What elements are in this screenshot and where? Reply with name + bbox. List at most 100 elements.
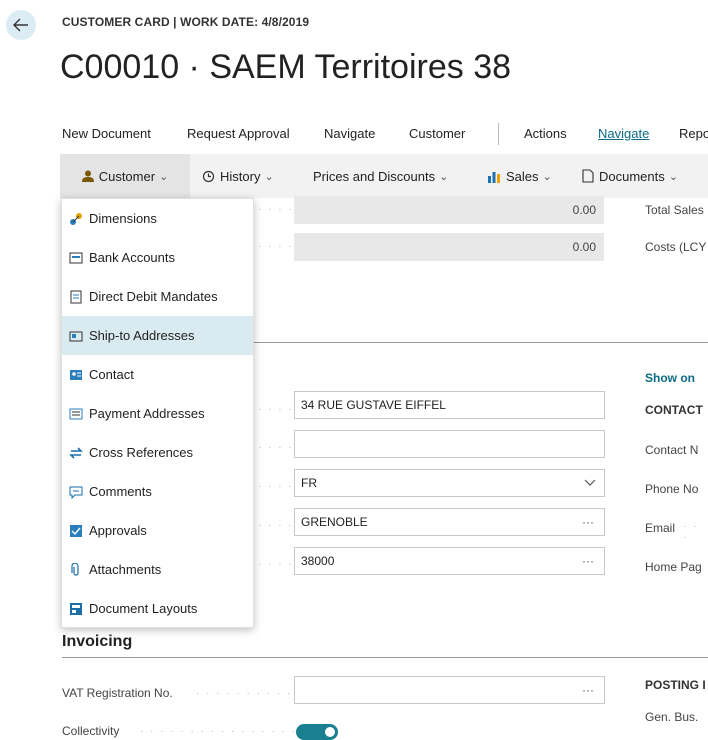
collectivity-toggle[interactable]	[296, 724, 338, 740]
menu-item-label: Attachments	[89, 562, 162, 577]
sales-dropdown-label: Sales	[506, 168, 539, 184]
menu-item-label: Comments	[89, 484, 152, 499]
address-field[interactable]: 34 RUE GUSTAVE EIFFEL	[294, 391, 605, 419]
postcode-field[interactable]: 38000 ···	[294, 547, 605, 575]
action-separator	[498, 123, 499, 145]
invoicing-heading: Invoicing	[62, 633, 133, 650]
phone-label: Phone No	[645, 482, 699, 496]
documents-dropdown-label: Documents	[599, 168, 665, 184]
menu-item-payment-addresses[interactable]: Payment Addresses	[62, 394, 253, 433]
home-page-label: Home Pag	[645, 560, 702, 574]
leader-dots: · · · ·	[258, 404, 294, 415]
history-dropdown-label: History	[220, 168, 261, 184]
gen-bus-label: Gen. Bus.	[645, 710, 699, 724]
chevron-down-icon: ⌄	[264, 170, 274, 183]
city-value: GRENOBLE	[301, 515, 368, 529]
ship-to-address-icon	[69, 331, 83, 341]
vat-field[interactable]: ···	[294, 676, 605, 704]
chevron-down-icon: ⌄	[668, 170, 678, 183]
customer-dropdown-menu: Dimensions Bank Accounts Direct Debit Ma…	[61, 198, 254, 628]
menu-item-document-layouts[interactable]: Document Layouts	[62, 589, 253, 628]
balance-value-2: 0.00	[572, 240, 596, 254]
menu-item-label: Payment Addresses	[89, 406, 205, 421]
menu-item-attachments[interactable]: Attachments	[62, 550, 253, 589]
chevron-down-icon	[584, 479, 596, 486]
leader-dots: · · · ·	[258, 204, 294, 215]
city-field[interactable]: GRENOBLE ···	[294, 508, 605, 536]
leader-dots: · · · ·	[258, 559, 294, 570]
menu-item-label: Contact	[89, 367, 134, 382]
page-title: C00010 · SAEM Territoires 38	[60, 48, 512, 86]
chevron-down-icon: ⌄	[439, 170, 449, 183]
document-icon	[582, 169, 594, 183]
postcode-value: 38000	[301, 554, 335, 568]
lookup-ellipsis-icon[interactable]: ···	[582, 554, 594, 568]
comments-icon	[69, 486, 83, 499]
address-value: 34 RUE GUSTAVE EIFFEL	[301, 398, 446, 412]
balance-field-2: 0.00	[294, 233, 604, 261]
paperclip-icon	[71, 562, 79, 576]
vat-label: VAT Registration No.	[62, 686, 173, 700]
menu-item-ship-to-addresses[interactable]: Ship-to Addresses	[62, 316, 253, 355]
documents-dropdown[interactable]: Documents ⌄	[582, 154, 678, 198]
menu-item-direct-debit-mandates[interactable]: Direct Debit Mandates	[62, 277, 253, 316]
leader-dots: · · · ·	[258, 442, 294, 453]
chevron-down-icon: ⌄	[542, 170, 552, 183]
leader-dots: · · · ·	[258, 241, 294, 252]
country-value: FR	[301, 476, 317, 490]
lookup-ellipsis-icon[interactable]: ···	[582, 515, 594, 529]
lookup-ellipsis-icon[interactable]: ···	[582, 683, 594, 697]
new-document-action[interactable]: New Document	[62, 126, 151, 141]
contact-name-label: Contact N	[645, 443, 699, 457]
balance-value-1: 0.00	[572, 203, 596, 217]
dimensions-icon	[70, 212, 82, 225]
menu-item-contact[interactable]: Contact	[62, 355, 253, 394]
navigate-tab[interactable]: Navigate	[598, 126, 649, 141]
balance-field-1: 0.00	[294, 196, 604, 224]
history-dropdown[interactable]: History ⌄	[202, 154, 274, 198]
menu-item-approvals[interactable]: Approvals	[62, 511, 253, 550]
bank-accounts-icon	[69, 252, 83, 263]
arrow-left-icon	[13, 18, 28, 32]
menu-item-dimensions[interactable]: Dimensions	[62, 199, 253, 238]
direct-debit-icon	[70, 290, 82, 303]
history-icon	[202, 170, 215, 182]
payment-address-icon	[69, 408, 83, 419]
customer-dropdown[interactable]: Customer ⌄	[60, 154, 190, 198]
document-layouts-icon	[70, 602, 82, 615]
section-divider	[62, 657, 708, 658]
costs-label: Costs (LCY	[645, 240, 707, 254]
leader-dots: · · · ·	[258, 481, 294, 492]
section-divider	[254, 342, 708, 343]
country-select[interactable]: FR	[294, 469, 605, 497]
collectivity-label: Collectivity	[62, 724, 120, 738]
customer-action[interactable]: Customer	[409, 126, 465, 141]
menu-item-label: Bank Accounts	[89, 250, 175, 265]
person-icon	[81, 170, 94, 182]
menu-item-label: Document Layouts	[89, 601, 198, 616]
menu-item-label: Ship-to Addresses	[89, 328, 195, 343]
page-caption: CUSTOMER CARD | WORK DATE: 4/8/2019	[62, 15, 310, 29]
request-approval-action[interactable]: Request Approval	[187, 126, 290, 141]
navigate-subbar: Customer ⌄ History ⌄ Prices and Discount…	[60, 154, 708, 198]
menu-item-comments[interactable]: Comments	[62, 472, 253, 511]
menu-item-cross-references[interactable]: Cross References	[62, 433, 253, 472]
menu-item-label: Dimensions	[89, 211, 157, 226]
sales-dropdown[interactable]: Sales ⌄	[487, 154, 552, 198]
address2-field[interactable]	[294, 430, 605, 458]
back-button[interactable]	[6, 10, 36, 40]
prices-discounts-dropdown[interactable]: Prices and Discounts ⌄	[313, 154, 448, 198]
show-on-map-link[interactable]: Show on	[645, 371, 695, 385]
reports-tab[interactable]: Repo	[679, 126, 708, 141]
menu-item-bank-accounts[interactable]: Bank Accounts	[62, 238, 253, 277]
contact-card-icon	[70, 369, 82, 380]
total-sales-label: Total Sales	[645, 203, 704, 217]
prices-dropdown-label: Prices and Discounts	[313, 168, 436, 184]
actions-menu[interactable]: Actions	[524, 126, 567, 141]
navigate-action[interactable]: Navigate	[324, 126, 375, 141]
leader-dots: · · ·	[683, 521, 699, 543]
leader-dots: · · · ·	[258, 520, 294, 531]
posting-section-header: POSTING I	[645, 678, 706, 692]
email-label: Email	[645, 521, 676, 535]
menu-item-label: Cross References	[89, 445, 194, 460]
